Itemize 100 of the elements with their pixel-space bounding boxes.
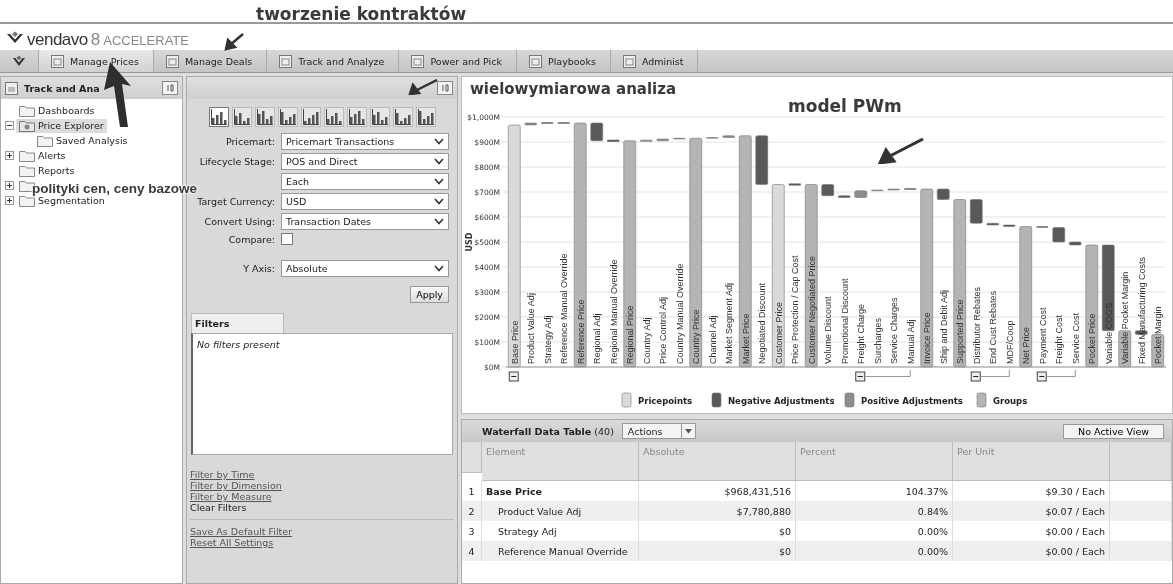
- legend-swatch: [976, 392, 987, 408]
- dropdown[interactable]: USD: [281, 193, 449, 210]
- tree-item[interactable]: Price Explorer: [16, 118, 107, 133]
- chart-type-button[interactable]: [231, 107, 252, 127]
- tree-item[interactable]: Alerts: [16, 148, 69, 163]
- arrow-icon: [408, 79, 438, 95]
- category-label: Channel Adj: [707, 315, 718, 364]
- expand-toggle-icon[interactable]: [5, 121, 14, 130]
- filter-link[interactable]: Filter by Dimension: [190, 480, 282, 491]
- panel-icon: [5, 81, 18, 95]
- category-label: Manual Adj: [905, 319, 916, 364]
- row-number: 4: [462, 541, 482, 561]
- chevron-icon: [434, 218, 444, 225]
- folder-icon: [19, 119, 35, 132]
- chart-icon: [348, 109, 365, 125]
- nav-tab[interactable]: Manage Deals: [153, 50, 268, 72]
- home-icon[interactable]: [12, 55, 26, 67]
- chevron-icon: [434, 178, 444, 185]
- arrow-icon: [878, 138, 924, 164]
- category-label: Net Price: [1021, 327, 1032, 364]
- logo-version: 8: [90, 30, 101, 50]
- table-cell: 0.84%: [796, 501, 953, 521]
- dropdown[interactable]: Pricemart Transactions: [281, 133, 449, 150]
- chart-type-button[interactable]: [208, 107, 229, 127]
- nav-tab[interactable]: Playbooks: [516, 50, 611, 72]
- field-label: Pricemart:: [224, 136, 275, 147]
- tree-item[interactable]: Dashboards: [16, 103, 98, 118]
- group-toggle-icon[interactable]: [1036, 369, 1076, 382]
- nav-tab[interactable]: Power and Pick: [399, 50, 517, 72]
- chevron-icon: [434, 265, 444, 272]
- category-label: Country Adj: [641, 317, 652, 364]
- chart-type-button[interactable]: [415, 107, 436, 127]
- logo-brand: vendavo: [27, 30, 88, 50]
- table-cell: $7,780,880: [639, 501, 796, 521]
- collapse-panel-icon[interactable]: [162, 81, 178, 95]
- category-label: Country Price: [691, 309, 702, 364]
- column-header: [1110, 442, 1172, 481]
- dropdown[interactable]: Each: [281, 173, 449, 190]
- chart-icon: [371, 109, 388, 125]
- field-label: Convert Using:: [203, 216, 275, 227]
- collapse-panel-icon[interactable]: [437, 81, 453, 95]
- category-label: Service Charges: [889, 297, 900, 364]
- filter-link[interactable]: Filter by Measure: [190, 491, 272, 502]
- chart-icon: [233, 109, 250, 125]
- tree-item[interactable]: Saved Analysis: [34, 133, 131, 148]
- table-cell: Reference Manual Override: [482, 541, 639, 561]
- category-label: Product Value Adj: [526, 293, 537, 364]
- category-label: Regional Manual Override: [608, 259, 619, 364]
- axis-title: USD: [465, 232, 474, 252]
- tree-item[interactable]: Reports: [16, 163, 78, 178]
- table-cell: $0.07 / Each: [953, 501, 1110, 521]
- legend-swatch: [844, 392, 855, 408]
- chart-type-button[interactable]: [369, 107, 390, 127]
- category-label: Variable Pocket Margin: [1120, 271, 1131, 364]
- filter-link[interactable]: Filter by Time: [190, 469, 255, 480]
- expand-toggle-icon[interactable]: [5, 196, 14, 205]
- nav-tab[interactable]: Administ: [610, 50, 699, 72]
- chart-type-button[interactable]: [277, 107, 298, 127]
- tab-icon: [165, 54, 179, 68]
- chart-icon: [210, 109, 227, 125]
- filter-link[interactable]: Clear Filters: [190, 502, 247, 513]
- expand-toggle-icon[interactable]: [5, 151, 14, 160]
- category-label: Negotiated Discount: [757, 282, 768, 364]
- arrow-icon: [224, 33, 244, 51]
- compare-checkbox[interactable]: [281, 233, 293, 245]
- legend-label: Groups: [993, 396, 1028, 406]
- table-cell: $0: [639, 541, 796, 561]
- chart-type-button[interactable]: [323, 107, 344, 127]
- tab-icon: [528, 54, 542, 68]
- dropdown[interactable]: POS and Direct: [281, 153, 449, 170]
- actions-dropdown[interactable]: Actions: [621, 423, 696, 439]
- group-toggle-icon[interactable]: [970, 369, 1010, 382]
- chart-type-button[interactable]: [392, 107, 413, 127]
- filters-tab[interactable]: Filters: [191, 313, 284, 333]
- category-label: Volume Discount: [823, 296, 834, 364]
- dropdown[interactable]: Absolute: [281, 260, 449, 277]
- chart-type-button[interactable]: [346, 107, 367, 127]
- apply-button[interactable]: Apply: [410, 286, 449, 303]
- expand-toggle-icon[interactable]: [5, 181, 14, 190]
- chart-type-button[interactable]: [300, 107, 321, 127]
- logo-product: ACCELERATE: [103, 33, 189, 48]
- category-label: Distributor Rebates: [971, 286, 982, 364]
- settings-link[interactable]: Reset All Settings: [190, 537, 274, 548]
- nav-tab[interactable]: Manage Prices: [39, 50, 154, 72]
- chevron-icon: [434, 138, 444, 145]
- annotation-text: wielowymiarowa analiza: [470, 80, 677, 98]
- folder-icon: [19, 164, 35, 177]
- chart-icon: [279, 109, 296, 125]
- chart-type-button[interactable]: [254, 107, 275, 127]
- group-toggle-icon[interactable]: [508, 371, 519, 382]
- nav-tab[interactable]: Track and Analyze: [267, 50, 400, 72]
- settings-link[interactable]: Save As Default Filter: [190, 526, 293, 537]
- field-label: Target Currency:: [196, 196, 275, 207]
- category-label: Supported Price: [955, 299, 966, 364]
- group-toggle-icon[interactable]: [855, 369, 911, 382]
- view-button[interactable]: No Active View: [1063, 423, 1164, 439]
- category-label: Price Control Adj: [658, 296, 669, 364]
- category-label: Payment Cost: [1037, 307, 1048, 364]
- panel-title: Track and Ana: [24, 82, 100, 94]
- dropdown[interactable]: Transaction Dates: [281, 213, 449, 230]
